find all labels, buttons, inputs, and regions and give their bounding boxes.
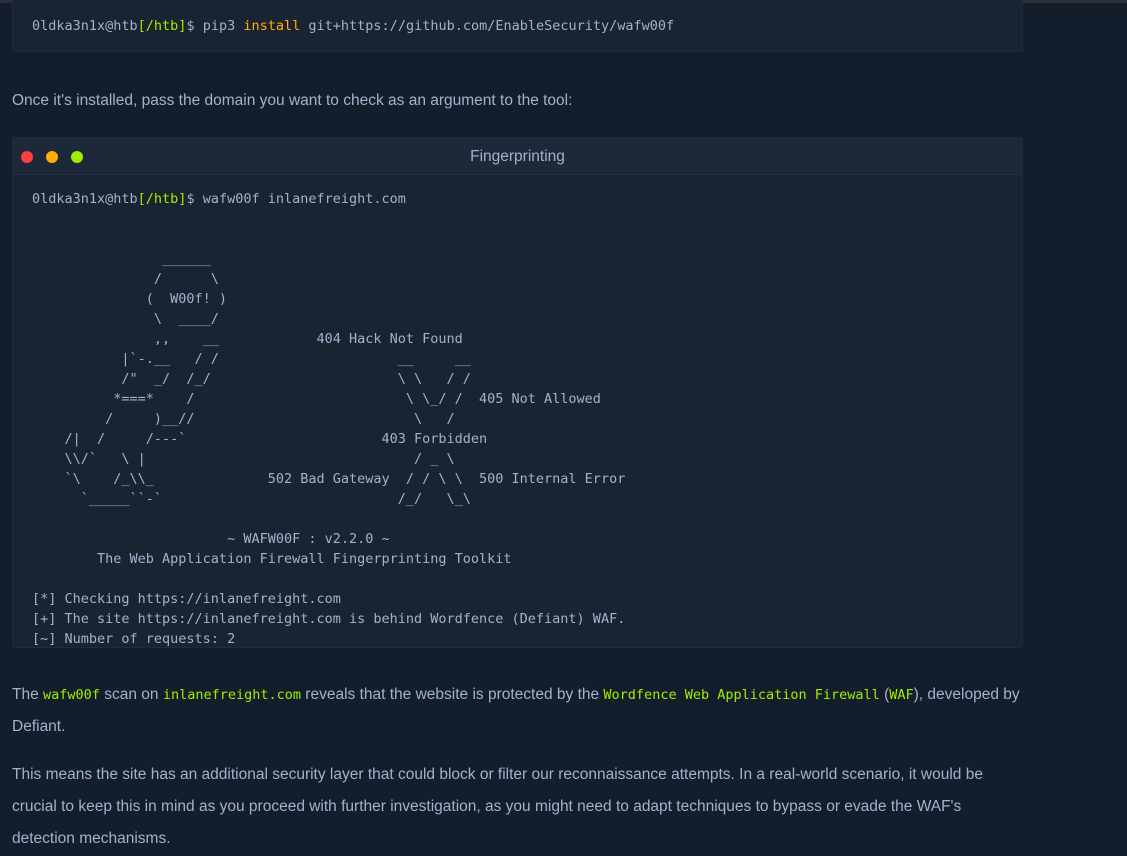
final-paragraph: This means the site has an additional se… <box>12 766 983 847</box>
intro-paragraph: Once it's installed, pass the domain you… <box>12 92 573 109</box>
text-segment: scan on <box>99 686 163 703</box>
text-segment: reveals that the website is protected by… <box>301 686 604 703</box>
terminal-command-line: 0ldka3n1x@htb[/htb]$ wafw00f inlanefreig… <box>32 189 625 209</box>
install-command-line[interactable]: 0ldka3n1x@htb[/htb]$ pip3 install git+ht… <box>32 16 674 36</box>
text-segment: The <box>12 686 44 703</box>
prompt-path: [/htb] <box>137 18 187 34</box>
install-code-block: 0ldka3n1x@htb[/htb]$ pip3 install git+ht… <box>12 0 1023 52</box>
terminal-body[interactable]: 0ldka3n1x@htb[/htb]$ wafw00f inlanefreig… <box>32 189 625 649</box>
command-keyword-install: install <box>243 18 301 34</box>
prompt-user: 0ldka3n1x@htb <box>32 191 138 207</box>
inline-code-wafw00f: wafw00f <box>43 687 100 703</box>
inline-code-wordfence: Wordfence Web Application Firewall <box>603 687 880 703</box>
fingerprinting-terminal: Fingerprinting 0ldka3n1x@htb[/htb]$ wafw… <box>12 137 1023 648</box>
result-paragraph: The wafw00f scan on inlanefreight.com re… <box>12 679 1022 743</box>
inline-code-domain: inlanefreight.com <box>162 687 301 703</box>
text-segment: ( <box>879 686 890 703</box>
prompt-path: [/htb] <box>137 191 187 207</box>
command-pip3: pip3 <box>202 18 244 34</box>
terminal-command: wafw00f inlanefreight.com <box>194 191 406 207</box>
terminal-output: ______ / \ ( W00f! ) \ ____/ ,, __ 404 H… <box>32 251 626 647</box>
prompt-dollar: $ <box>186 18 195 34</box>
terminal-title: Fingerprinting <box>470 148 565 165</box>
prompt-dollar: $ <box>186 191 195 207</box>
inline-code-waf: WAF <box>889 687 914 703</box>
command-argument: git+https://github.com/EnableSecurity/wa… <box>300 18 675 34</box>
terminal-titlebar: Fingerprinting <box>13 138 1022 175</box>
prompt-user: 0ldka3n1x@htb <box>32 18 138 34</box>
